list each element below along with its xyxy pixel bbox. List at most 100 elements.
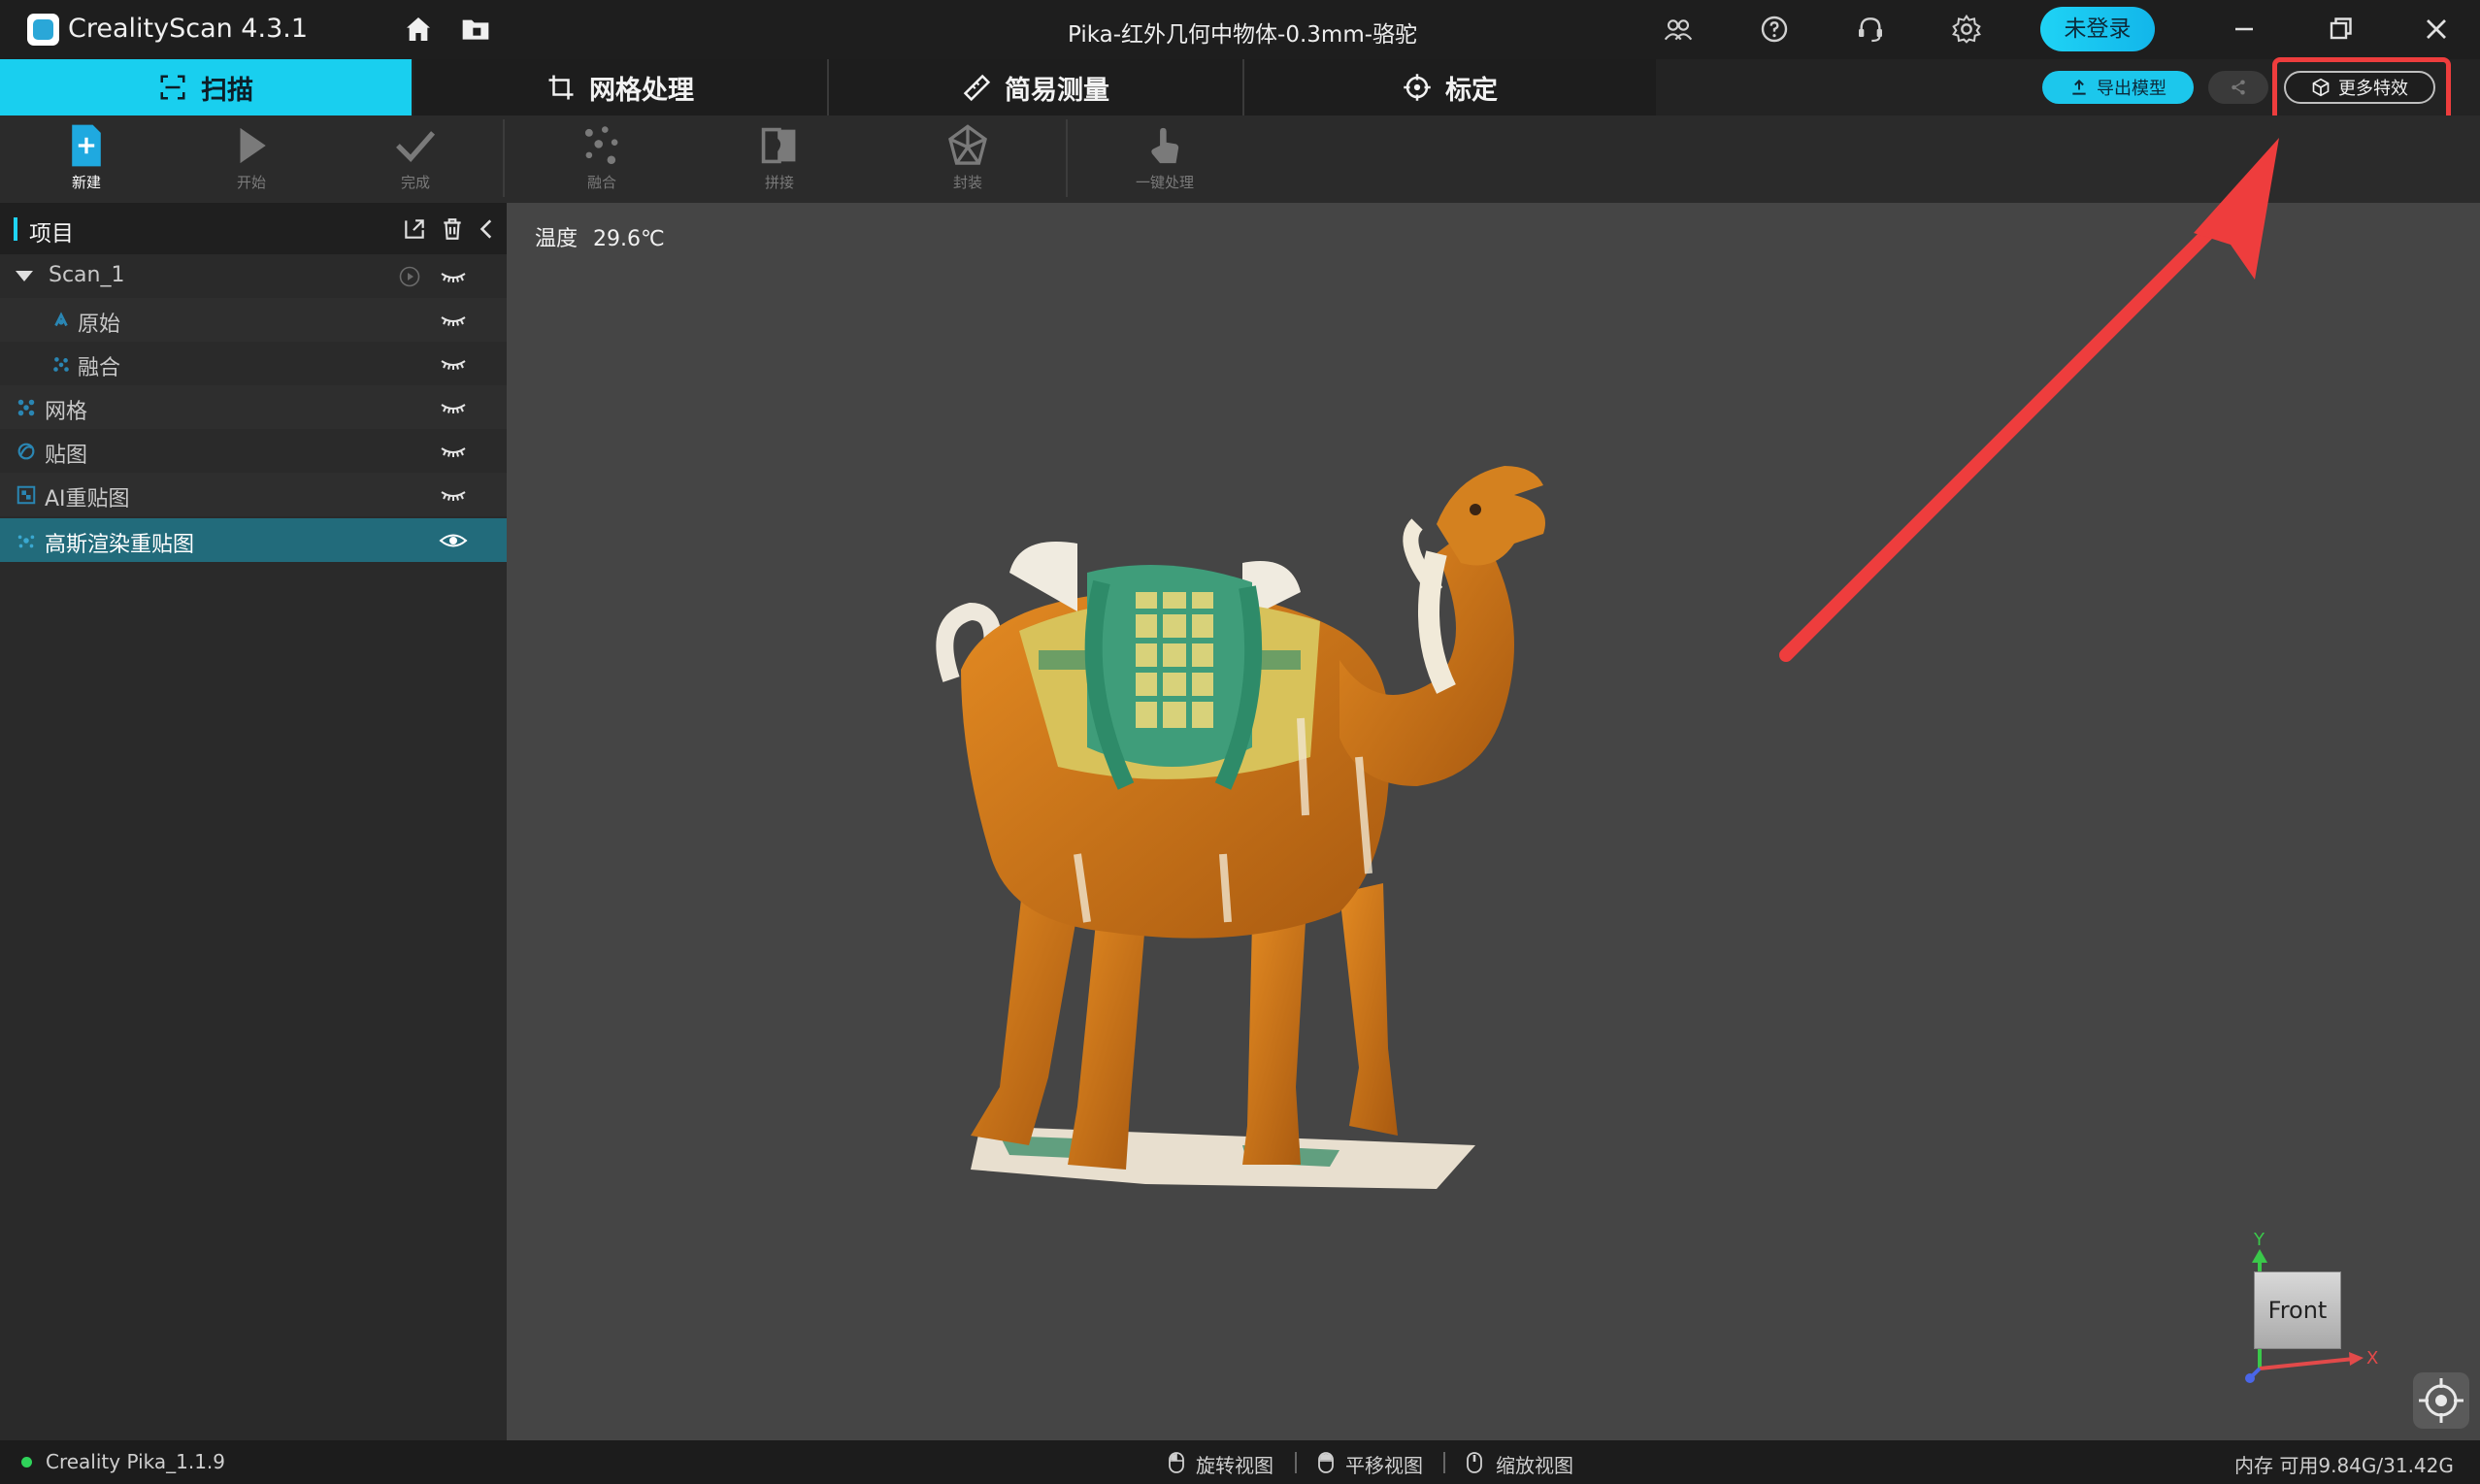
play-icon	[240, 127, 266, 164]
close-icon[interactable]	[2419, 12, 2454, 47]
stitch-label: 拼接	[764, 174, 794, 191]
tree-item-label: AI重贴图	[45, 487, 130, 511]
tree-item-mesh[interactable]: 网格	[0, 385, 507, 429]
tree-item-fused[interactable]: 融合	[0, 342, 507, 385]
new-scan-button[interactable]: 新建	[33, 115, 140, 203]
tree-item-label: Scan_1	[49, 263, 125, 287]
eye-closed-icon[interactable]	[439, 353, 468, 375]
stitch-icon	[761, 127, 796, 164]
annotation-arrow	[1779, 138, 2279, 662]
tree-item-ai-retexture[interactable]: AI重贴图	[0, 473, 507, 516]
eye-open-icon[interactable]	[439, 530, 468, 551]
tree-item-gaussian-retexture[interactable]: 高斯渲染重贴图	[0, 518, 507, 562]
toolbar-divider	[1066, 119, 1068, 197]
project-panel: 项目 Scan_1 原始 融合 网格 贴图 AI重贴图 高斯渲染重贴图	[0, 203, 507, 1440]
connection-status-indicator	[21, 1457, 32, 1468]
checkmark-icon	[396, 131, 436, 162]
window-title: Pika-红外几何中物体-0.3mm-骆驼	[1067, 22, 1418, 48]
share-button[interactable]	[2208, 71, 2268, 104]
rotate-view-hint: 旋转视图	[1196, 1454, 1273, 1477]
tab-calibration[interactable]: 标定	[1244, 59, 1656, 115]
fused-points-icon	[53, 357, 69, 372]
export-icon	[2072, 79, 2086, 95]
temperature-label: 温度	[535, 227, 579, 251]
tab-mesh-processing[interactable]: 网格处理	[413, 59, 827, 115]
axis-x-label: X	[2366, 1348, 2378, 1369]
tree-item-texture[interactable]: 贴图	[0, 429, 507, 473]
one-click-process-button[interactable]: 一键处理	[1111, 115, 1218, 203]
export-model-label: 导出模型	[2097, 79, 2166, 99]
trash-icon[interactable]	[440, 216, 465, 242]
temperature-readout: 温度 29.6℃	[535, 221, 665, 252]
mesh-wireframe-icon	[948, 124, 987, 165]
import-icon[interactable]	[402, 216, 427, 242]
tab-measure[interactable]: 简易测量	[829, 59, 1242, 115]
temperature-value: 29.6℃	[593, 227, 665, 251]
view-cube[interactable]: Front	[2254, 1271, 2341, 1349]
status-bar: Creality Pika_1.1.9 旋转视图 平移视图 缩放视图 内存 可用…	[0, 1440, 2480, 1484]
app-logo-icon	[27, 14, 59, 46]
eye-closed-icon[interactable]	[439, 397, 468, 418]
reset-view-button[interactable]	[2413, 1372, 2469, 1429]
expand-caret-icon[interactable]	[16, 271, 33, 281]
fuse-points-icon	[584, 126, 618, 165]
panel-accent-bar	[14, 217, 17, 241]
eye-closed-icon[interactable]	[439, 441, 468, 462]
pan-view-hint: 平移视图	[1345, 1454, 1423, 1477]
community-icon[interactable]	[1663, 14, 1694, 45]
tree-item-label: 网格	[45, 400, 88, 424]
stitch-button[interactable]: 拼接	[726, 115, 833, 203]
restore-icon[interactable]	[2323, 12, 2358, 47]
fuse-button[interactable]: 融合	[548, 115, 655, 203]
finish-button[interactable]: 完成	[362, 115, 469, 203]
settings-gear-icon[interactable]	[1951, 14, 1982, 45]
tree-item-label: 高斯渲染重贴图	[45, 533, 195, 557]
scan-frame-icon	[160, 75, 185, 100]
mesh-icon	[17, 399, 35, 416]
start-label: 开始	[236, 174, 266, 191]
project-panel-title: 项目	[29, 221, 74, 247]
share-icon	[2232, 80, 2245, 95]
home-icon[interactable]	[403, 14, 434, 45]
folder-icon[interactable]	[460, 14, 491, 45]
camel-3d-model[interactable]	[932, 466, 1572, 1204]
eye-closed-icon[interactable]	[439, 266, 468, 287]
tree-item-label: 融合	[78, 356, 121, 380]
device-name: Creality Pika_1.1.9	[46, 1450, 226, 1473]
toolbar-divider	[503, 119, 505, 197]
tree-item-raw[interactable]: 原始	[0, 298, 507, 342]
zoom-view-hint: 缩放视图	[1496, 1454, 1573, 1477]
play-circle-icon[interactable]	[398, 265, 421, 288]
status-divider	[1295, 1452, 1297, 1473]
tree-item-label: 贴图	[45, 444, 88, 468]
app-name: CrealityScan 4.3.1	[68, 14, 309, 44]
fuse-label: 融合	[586, 174, 616, 191]
new-scan-label: 新建	[71, 174, 101, 191]
finish-label: 完成	[400, 174, 430, 191]
encapsulate-button[interactable]: 封装	[914, 115, 1021, 203]
eye-closed-icon[interactable]	[439, 484, 468, 506]
export-model-button[interactable]: 导出模型	[2042, 71, 2194, 104]
start-button[interactable]: 开始	[198, 115, 305, 203]
mouse-wheel-icon	[1467, 1452, 1482, 1473]
mouse-left-icon	[1169, 1452, 1184, 1473]
status-divider	[1443, 1452, 1445, 1473]
tree-item-label: 原始	[78, 313, 121, 337]
mouse-middle-icon	[1318, 1452, 1334, 1473]
tab-scan[interactable]: 扫描	[0, 59, 412, 115]
collapse-panel-icon[interactable]	[475, 216, 500, 242]
tap-finger-icon	[1151, 127, 1179, 164]
tree-item-scan-1[interactable]: Scan_1	[0, 254, 507, 298]
mode-tab-bar: 扫描 网格处理 简易测量 标定 导出模型 更多特效	[0, 59, 2480, 115]
eye-closed-icon[interactable]	[439, 310, 468, 331]
minimize-icon[interactable]	[2227, 12, 2262, 47]
one-click-process-label: 一键处理	[1135, 174, 1194, 191]
gaussian-splat-icon	[17, 535, 35, 548]
ai-texture-icon	[17, 485, 36, 505]
login-button[interactable]: 未登录	[2040, 7, 2155, 51]
axis-y-label: Y	[2253, 1230, 2265, 1250]
support-headset-icon[interactable]	[1855, 14, 1886, 45]
raw-data-icon	[54, 312, 68, 327]
new-file-icon	[72, 124, 101, 167]
help-icon[interactable]	[1759, 14, 1790, 45]
